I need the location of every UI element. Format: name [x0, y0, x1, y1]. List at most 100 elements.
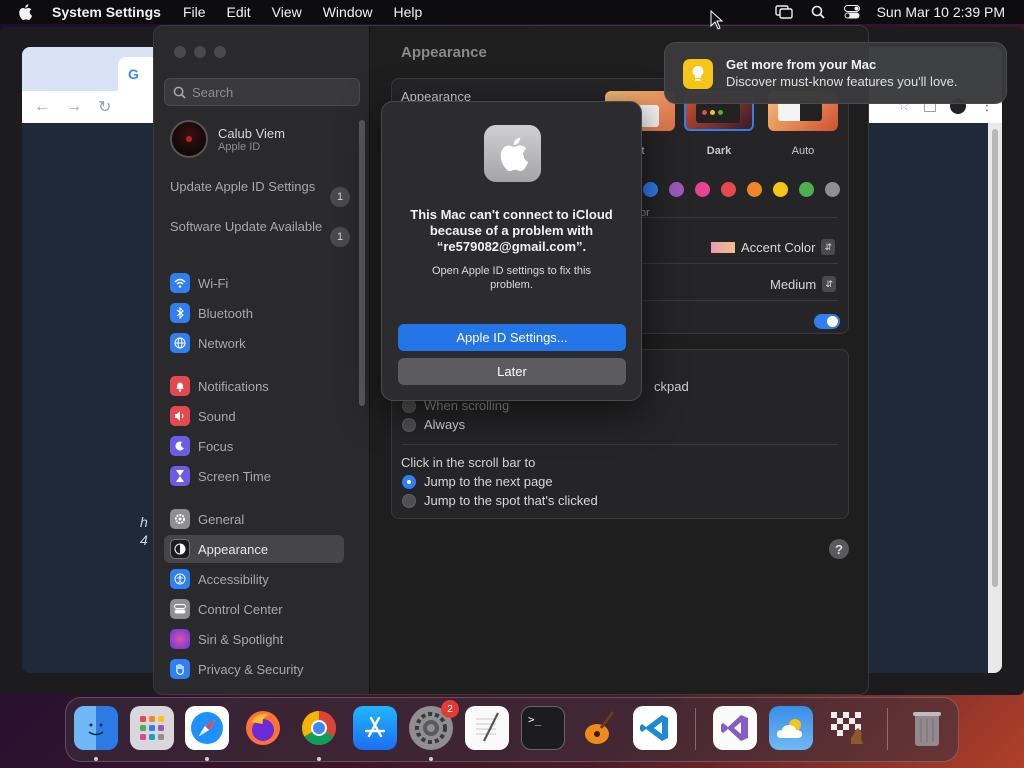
- menu-file[interactable]: File: [183, 4, 206, 20]
- highlight-color-value: Accent Color: [741, 239, 816, 255]
- accent-blue-swatch[interactable]: [643, 182, 658, 197]
- sidebar-icon-size-select[interactable]: Medium ⇵: [770, 276, 837, 292]
- dock-garageband-icon[interactable]: [577, 706, 621, 750]
- accent-yellow-swatch[interactable]: [773, 182, 788, 197]
- accent-red-swatch[interactable]: [721, 182, 736, 197]
- accent-green-swatch[interactable]: [799, 182, 814, 197]
- siri-icon: [170, 629, 190, 649]
- gear-icon: [170, 509, 190, 529]
- sidebar-item-wifi[interactable]: Wi-Fi: [164, 269, 344, 297]
- dock-trash-icon[interactable]: [905, 706, 949, 750]
- search-icon: [173, 86, 186, 99]
- nav-label: Focus: [198, 438, 234, 454]
- sidebar-item-accessibility[interactable]: Accessibility: [164, 565, 344, 593]
- nav-label: Control Center: [198, 601, 283, 617]
- user-subtitle: Apple ID: [218, 140, 261, 153]
- notice-label: Update Apple ID Settings: [170, 179, 316, 194]
- show-scrollbars-label-partial: ckpad: [654, 379, 689, 394]
- sidebar-item-general[interactable]: General: [164, 505, 344, 533]
- highlight-color-select[interactable]: Accent Color ⇵: [711, 239, 836, 255]
- accent-purple-swatch[interactable]: [669, 182, 684, 197]
- dock-weather-icon[interactable]: [769, 706, 813, 750]
- sidebar-item-appearance[interactable]: Appearance: [164, 535, 344, 563]
- hand-icon: [170, 659, 190, 679]
- window-controls: [174, 46, 226, 58]
- menubar-clock[interactable]: Sun Mar 10 2:39 PM: [877, 4, 1005, 20]
- later-button[interactable]: Later: [398, 358, 626, 385]
- forward-arrow-icon[interactable]: →: [66, 98, 82, 116]
- sidebar-item-sound[interactable]: Sound: [164, 402, 344, 430]
- globe-icon: [170, 333, 190, 353]
- sidebar-item-focus[interactable]: Focus: [164, 432, 344, 460]
- wallpaper-tinting-toggle[interactable]: [814, 314, 840, 329]
- notification-body: Discover must-know features you'll love.: [726, 74, 958, 89]
- menu-edit[interactable]: Edit: [227, 4, 251, 20]
- accent-pink-swatch[interactable]: [695, 182, 710, 197]
- lightbulb-icon: [683, 59, 713, 89]
- dock-finder-icon[interactable]: [74, 706, 118, 750]
- accessibility-icon: [170, 569, 190, 589]
- accent-graphite-swatch[interactable]: [825, 182, 840, 197]
- menu-window[interactable]: Window: [323, 4, 373, 20]
- dock-visual-studio-icon[interactable]: [713, 706, 757, 750]
- snippet-line-1: h: [140, 514, 148, 530]
- menu-app-name[interactable]: System Settings: [52, 4, 161, 20]
- sidebar-item-update-apple-id[interactable]: Update Apple ID Settings 1: [170, 179, 350, 207]
- sidebar-item-network[interactable]: Network: [164, 329, 344, 357]
- sidebar-search-field[interactable]: Search: [164, 78, 360, 106]
- close-button[interactable]: [174, 46, 186, 58]
- sidebar-item-privacy-security[interactable]: Privacy & Security: [164, 655, 344, 683]
- minimize-button[interactable]: [194, 46, 206, 58]
- dialog-body: Open Apple ID settings to fix this probl…: [432, 265, 591, 291]
- radio-jump-next-page[interactable]: Jump to the next page: [402, 474, 553, 489]
- page-title: Appearance: [401, 44, 487, 61]
- dock: 2 >_: [65, 697, 959, 762]
- divider: [402, 444, 838, 445]
- menu-help[interactable]: Help: [394, 4, 423, 20]
- spotlight-search-icon[interactable]: [809, 4, 827, 20]
- radio-jump-spot-clicked[interactable]: Jump to the spot that's clicked: [402, 493, 598, 508]
- dock-terminal-icon[interactable]: >_: [521, 706, 565, 750]
- apple-menu-icon[interactable]: [18, 4, 38, 20]
- radio-always[interactable]: Always: [402, 417, 465, 432]
- back-arrow-icon[interactable]: ←: [34, 98, 50, 116]
- dock-chess-icon[interactable]: [825, 706, 869, 750]
- sidebar-item-siri-spotlight[interactable]: Siri & Spotlight: [164, 625, 344, 653]
- browser-scrollbar[interactable]: [992, 129, 998, 587]
- dock-chrome-icon[interactable]: [297, 706, 341, 750]
- dock-launchpad-icon[interactable]: [130, 706, 174, 750]
- control-center-icon: [170, 599, 190, 619]
- apple-id-account[interactable]: Calub Viem Apple ID: [170, 120, 285, 158]
- reload-icon[interactable]: ↻: [98, 97, 111, 117]
- apple-id-settings-button[interactable]: Apple ID Settings...: [398, 324, 626, 351]
- nav-label: Screen Time: [198, 468, 271, 484]
- dock-safari-icon[interactable]: [185, 706, 229, 750]
- sidebar-item-software-update[interactable]: Software Update Available 1: [170, 219, 350, 247]
- zoom-button[interactable]: [214, 46, 226, 58]
- radio-label: Jump to the spot that's clicked: [424, 493, 598, 508]
- tips-notification[interactable]: Get more from your Mac Discover must-kno…: [664, 42, 1007, 104]
- sidebar-item-screen-time[interactable]: Screen Time: [164, 462, 344, 490]
- menu-view[interactable]: View: [272, 4, 302, 20]
- highlight-color-swatch-icon: [711, 241, 735, 253]
- accent-orange-swatch[interactable]: [747, 182, 762, 197]
- control-center-icon[interactable]: [843, 4, 861, 20]
- sidebar-item-bluetooth[interactable]: Bluetooth: [164, 299, 344, 327]
- dock-vscode-icon[interactable]: [633, 706, 677, 750]
- theme-dark-label: Dark: [706, 145, 732, 157]
- notice-label: Software Update Available: [170, 219, 323, 234]
- radio-button-selected: [402, 474, 416, 489]
- screen-mirroring-icon[interactable]: [774, 4, 793, 20]
- dock-running-indicator: [205, 757, 209, 761]
- nav-label: Wi-Fi: [198, 275, 229, 291]
- sidebar-scrollbar[interactable]: [359, 120, 365, 406]
- help-button[interactable]: ?: [829, 539, 849, 559]
- dock-textedit-icon[interactable]: [465, 706, 509, 750]
- stepper-icon: ⇵: [822, 276, 837, 292]
- dock-running-indicator: [94, 757, 98, 761]
- dock-firefox-icon[interactable]: [241, 706, 285, 750]
- dock-app-store-icon[interactable]: [353, 706, 397, 750]
- sidebar-item-notifications[interactable]: Notifications: [164, 372, 344, 400]
- radio-label: Always: [424, 417, 466, 432]
- sidebar-item-control-center[interactable]: Control Center: [164, 595, 344, 623]
